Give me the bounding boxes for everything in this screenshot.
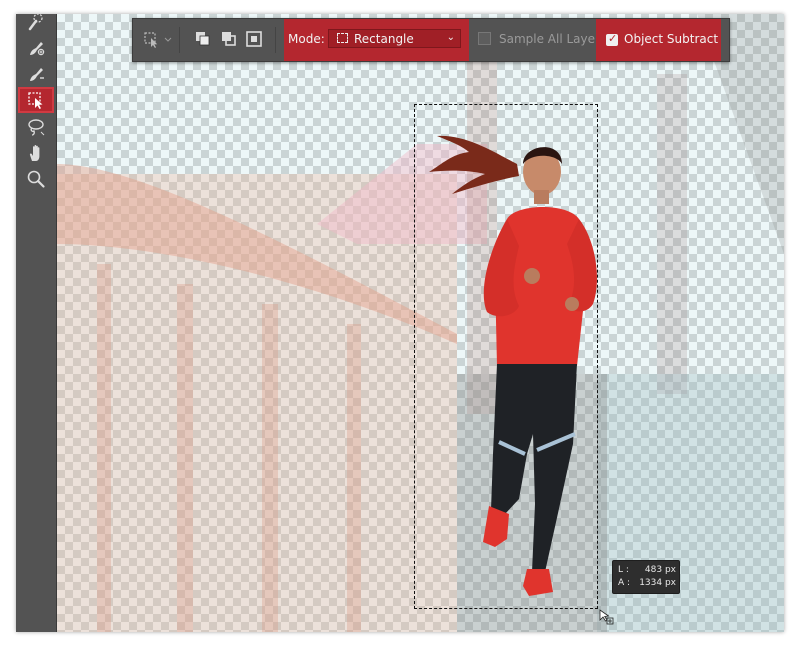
new-selection-icon[interactable] [195,31,211,47]
width-readout: L : 483 px [618,565,676,575]
checkbox-box [478,32,491,45]
rectangle-selection[interactable] [414,104,598,609]
quick-selection-brush-icon [28,14,43,31]
crosshair-cursor-icon [599,609,614,625]
divider [275,27,276,53]
mode-label: Mode: [288,32,325,46]
options-bar: Mode: Rectangle ⌄ Sample All Layers ✓ Ob… [132,18,730,62]
quick-selection-tool[interactable] [19,14,53,34]
object-selection-tool[interactable] [18,87,54,113]
lasso-tool[interactable] [19,115,53,139]
zoom-tool[interactable] [19,167,53,191]
selection-size-tooltip: L : 483 px A : 1334 px [612,560,680,594]
tool-preset-icon[interactable] [143,31,161,49]
divider [179,27,180,53]
rectangle-marquee-icon [337,33,348,43]
brush-icon [30,42,45,56]
app-window: Mode: Rectangle ⌄ Sample All Layers ✓ Ob… [16,14,784,632]
mode-dropdown[interactable]: Rectangle ⌄ [328,29,461,48]
brush-minus-icon [30,68,44,81]
height-readout: A : 1334 px [618,578,676,588]
brush-subtract-tool[interactable] [19,62,53,86]
tools-panel [16,14,57,632]
object-subtract-checkbox[interactable]: ✓ Object Subtract [596,19,721,61]
hand-icon [29,145,40,161]
hand-tool[interactable] [19,141,53,165]
sample-all-layers-checkbox[interactable]: Sample All Layers [478,32,606,46]
chevron-down-icon: ⌄ [446,32,455,43]
checkmark-icon: ✓ [608,32,618,45]
height-label: A : [618,578,631,588]
brush-tool[interactable] [19,36,53,60]
intersect-selection-icon[interactable] [246,31,262,47]
object-selection-icon [28,92,43,109]
canvas[interactable]: Mode: Rectangle ⌄ Sample All Layers ✓ Ob… [57,14,784,632]
object-subtract-label: Object Subtract [624,32,719,46]
zoom-icon [27,170,45,188]
add-to-selection-icon[interactable] [221,31,237,47]
width-label: L : [618,565,629,575]
lasso-icon [28,119,45,136]
height-value: 1334 px [639,578,676,588]
mode-value: Rectangle [354,32,414,46]
width-value: 483 px [644,565,676,575]
sample-all-layers-label: Sample All Layers [499,32,607,46]
mode-control: Mode: Rectangle ⌄ [284,19,469,61]
chevron-down-icon[interactable] [164,37,172,43]
